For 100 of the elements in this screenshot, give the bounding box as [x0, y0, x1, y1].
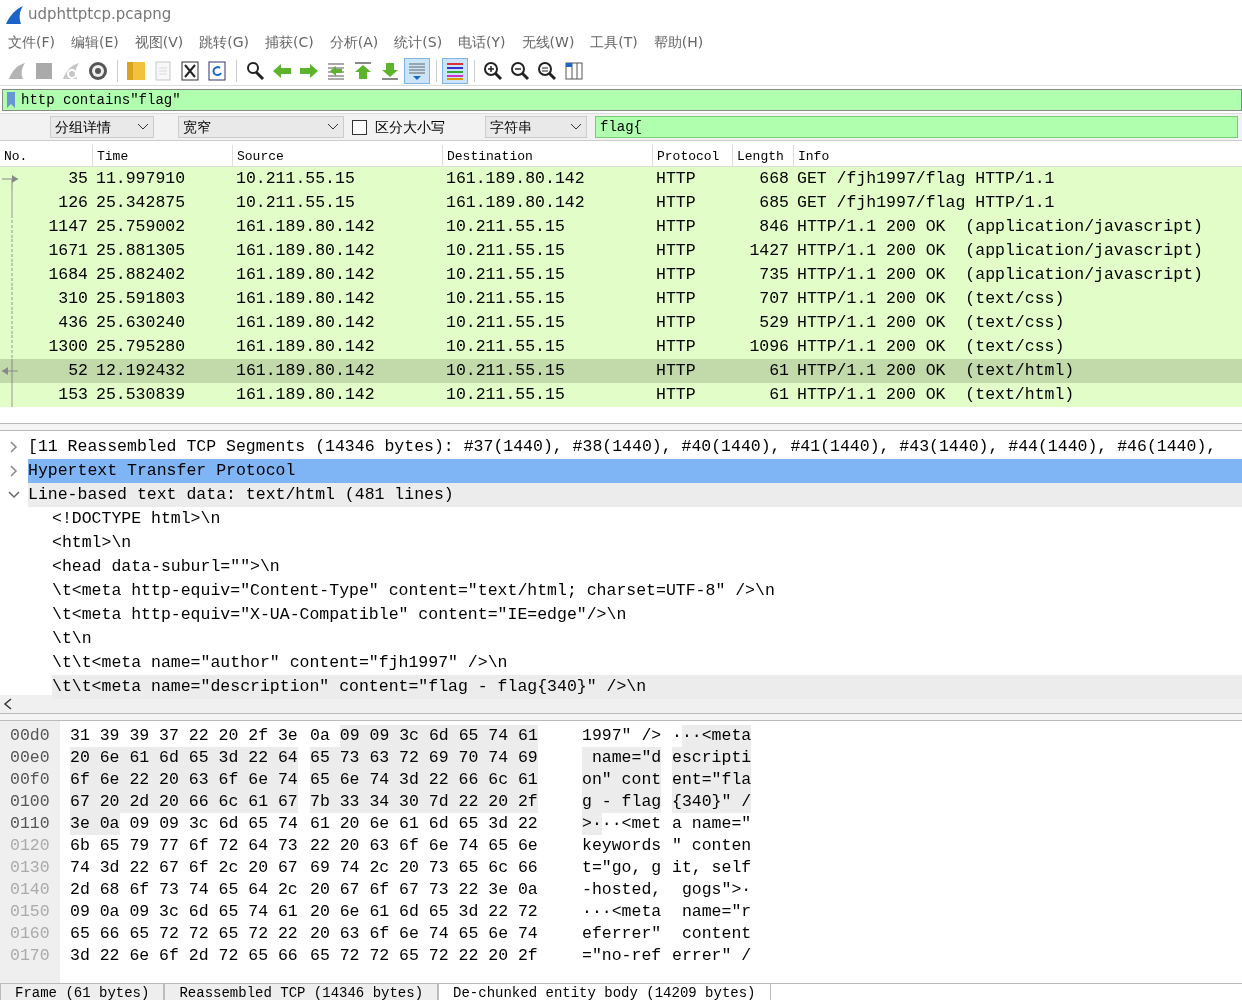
table-cell: 61	[769, 385, 789, 404]
offset-label: 0150	[10, 902, 50, 921]
offset-label: 0140	[10, 880, 50, 899]
column-header[interactable]: No.	[0, 145, 92, 166]
table-cell: HTTP	[656, 361, 696, 380]
menu-item[interactable]: 工具(T)	[582, 32, 646, 53]
tree-item[interactable]: \t\t<meta name="description" content="flag - flag{340}" />\n	[52, 675, 1242, 699]
packet-row[interactable]: 52 12.192432 161.189.80.142 10.211.55.15 HTTP 61 HTTP/1.1 200 OK (text/html)	[0, 359, 1242, 383]
table-cell: GET /fjh1997/flag HTTP/1.1	[797, 169, 1055, 188]
table-cell-text: 1300	[47, 336, 89, 358]
offset-label: 00f0	[10, 770, 50, 789]
packet-row[interactable]: 35 11.997910 10.211.55.15 161.189.80.142 HTTP 668 GET /fjh1997/flag HTTP/1.1	[0, 167, 1242, 191]
dropdown[interactable]: 字符串	[485, 116, 587, 138]
tree-item[interactable]: <head data-suburl="">\n	[52, 555, 284, 579]
tab[interactable]: Frame (61 bytes)	[0, 984, 165, 1000]
checkbox[interactable]	[352, 119, 367, 135]
table-cell: HTTP	[656, 265, 696, 284]
packet-row[interactable]: 153 25.530839 161.189.80.142 10.211.55.15 HTTP 61 HTTP/1.1 200 OK (text/html)	[0, 383, 1242, 407]
tab[interactable]: Reassembled TCP (14346 bytes)	[164, 984, 439, 1000]
table-cell: 10.211.55.15	[446, 217, 565, 236]
packet-row[interactable]: 1147 25.759002 161.189.80.142 10.211.55.15 HTTP 846 HTTP/1.1 200 OK (application/javascript)	[0, 215, 1242, 239]
pane-splitter[interactable]	[0, 713, 1242, 721]
table-cell: 10.211.55.15	[446, 265, 565, 284]
checkbox-label: 区分大小写	[375, 117, 445, 137]
table-cell: 1096	[749, 337, 789, 356]
table-cell: HTTP	[656, 289, 696, 308]
table-cell: 25.881305	[96, 241, 186, 260]
tree-item[interactable]: <html>\n	[52, 531, 136, 555]
table-cell-text: 35	[67, 168, 89, 190]
menu-item[interactable]: 视图(V)	[126, 32, 192, 53]
menu-item[interactable]: 电话(Y)	[450, 32, 514, 53]
packet-row[interactable]: 436 25.630240 161.189.80.142 10.211.55.15 HTTP 529 HTTP/1.1 200 OK (text/css)	[0, 311, 1242, 335]
table-cell: 10.211.55.15	[446, 385, 565, 404]
document-icon	[152, 59, 174, 82]
column-header[interactable]: Time	[92, 145, 232, 166]
dropdown[interactable]: 宽窄	[178, 116, 344, 138]
hex-text: 61 20 6e 61 6d 65 3d 22	[310, 813, 538, 835]
table-cell: HTTP	[656, 385, 696, 404]
ascii-text: >·	[582, 813, 602, 835]
packet-row[interactable]: 310 25.591803 161.189.80.142 10.211.55.15 HTTP 707 HTTP/1.1 200 OK (text/css)	[0, 287, 1242, 311]
caret-icon	[327, 123, 339, 131]
ascii-text: name="r	[680, 901, 752, 923]
table-cell: 1427	[749, 241, 789, 260]
packet-row[interactable]: 1671 25.881305 161.189.80.142 10.211.55.15 HTTP 1427 HTTP/1.1 200 OK (application/javascript)	[0, 239, 1242, 263]
packet-row[interactable]: 1300 25.795280 161.189.80.142 10.211.55.15 HTTP 1096 HTTP/1.1 200 OK (text/css)	[0, 335, 1242, 359]
table-cell: HTTP/1.1 200 OK (text/html)	[797, 385, 1075, 404]
search-field[interactable]: flag{	[595, 116, 1238, 138]
table-cell: HTTP	[656, 169, 696, 188]
menu-item[interactable]: 统计(S)	[386, 32, 451, 53]
tree-item[interactable]: <!DOCTYPE html>\n	[52, 507, 225, 531]
autoscroll-button[interactable]	[404, 57, 430, 84]
tree-item[interactable]: \t<meta http-equiv="Content-Type" content="text/html; charset=UTF-8" />\n	[52, 579, 779, 603]
hex-text: 65 6e 74 3d 22 66 6c 61	[310, 769, 538, 791]
ascii-text: {340}" /	[672, 791, 752, 813]
ascii-text: keywords	[582, 835, 662, 857]
menu-item[interactable]: 文件(F)	[0, 32, 63, 53]
folder-icon	[125, 59, 147, 82]
ascii-text: name="d	[582, 747, 662, 769]
hex-text: 2d 68 6f 73 74 65 64 2c	[70, 879, 298, 901]
hex-text: 65 73 63 72 69 70 74 69	[310, 747, 538, 769]
hex-text: 20 6e 61 6d 65 3d 22 64	[70, 747, 298, 769]
tab[interactable]: De-chunked entity body (14209 bytes)	[438, 984, 771, 1000]
colorize-button[interactable]	[442, 57, 468, 84]
column-header[interactable]: Protocol	[652, 145, 732, 166]
menu-item[interactable]: 编辑(E)	[63, 32, 127, 53]
hex-text: 3d 22 6e 6f 2d 72 65 66	[70, 945, 298, 967]
pane-splitter[interactable]	[0, 423, 1242, 431]
menu-item[interactable]: 分析(A)	[321, 32, 387, 53]
column-header[interactable]: Destination	[442, 145, 652, 166]
table-cell: 668	[759, 169, 789, 188]
packet-row[interactable]: 1684 25.882402 161.189.80.142 10.211.55.15 HTTP 735 HTTP/1.1 200 OK (application/javascript)	[0, 263, 1242, 287]
table-cell: 10.211.55.15	[446, 289, 565, 308]
menu-item[interactable]: 帮助(H)	[645, 32, 712, 53]
dropdown[interactable]: 分组详情	[50, 116, 154, 138]
gear-icon	[87, 59, 109, 82]
table-cell: HTTP/1.1 200 OK (application/javascript)	[797, 265, 1203, 284]
table-cell: 25.795280	[96, 337, 186, 356]
ascii-text: -hosted,	[582, 879, 662, 901]
table-cell: 161.189.80.142	[236, 289, 375, 308]
column-header[interactable]: Source	[232, 145, 442, 166]
menu-item[interactable]: 跳转(G)	[191, 32, 258, 53]
ascii-text: " conten	[672, 835, 752, 857]
table-cell: 10.211.55.15	[446, 313, 565, 332]
table-cell: 10.211.55.15	[446, 241, 565, 260]
menu-item[interactable]: 捕获(C)	[257, 32, 322, 53]
offset-label: 0100	[10, 792, 50, 811]
tree-item[interactable]: \t<meta http-equiv="X-UA-Compatible" content="IE=edge"/>\n	[52, 603, 631, 627]
menu-item[interactable]: 无线(W)	[513, 32, 583, 53]
tree-item[interactable]: \t\n	[52, 627, 96, 651]
column-header[interactable]: Length	[732, 145, 793, 166]
column-header[interactable]: Info	[793, 145, 1242, 166]
tree-item[interactable]: \t\t<meta name="author" content="fjh1997" />\n	[52, 651, 512, 675]
tree-item[interactable]: Hypertext Transfer Protocol	[28, 459, 1242, 483]
table-cell: HTTP	[656, 241, 696, 260]
table-cell: 161.189.80.142	[446, 193, 585, 212]
packet-row[interactable]: 126 25.342875 10.211.55.15 161.189.80.142 HTTP 685 GET /fjh1997/flag HTTP/1.1	[0, 191, 1242, 215]
table-cell: 161.189.80.142	[236, 385, 375, 404]
tree-item[interactable]: [11 Reassembled TCP Segments (14346 bytes): #37(1440), #38(1440), #40(1440), #41(1440), #43(1440), #44(1440), #46(1440),	[28, 435, 1221, 459]
tree-item[interactable]: Line-based text data: text/html (481 lines)	[28, 483, 1242, 507]
hex-text: 67 20 2d 20 66 6c 61 67	[70, 791, 298, 813]
